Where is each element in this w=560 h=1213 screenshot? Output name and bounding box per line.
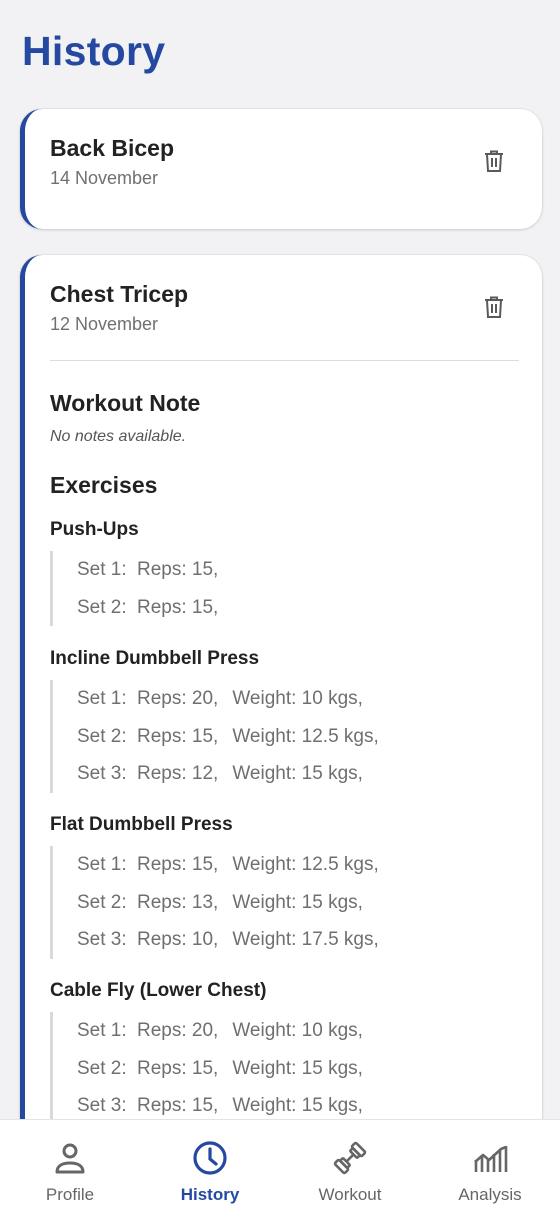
nav-label: History <box>180 1185 240 1204</box>
set-reps: Reps: 15, <box>137 725 219 747</box>
set-weight: Weight: 10 kgs, <box>232 688 363 709</box>
exercise-name: Cable Fly (Lower Chest) <box>50 980 267 1001</box>
set-row: Set 2: Reps: 13, Weight: 15 kgs, <box>77 884 522 922</box>
exercise-item: Flat Dumbbell Press Set 1: Reps: 15, Weigh… <box>50 814 522 959</box>
clock-icon <box>193 1141 227 1175</box>
dumbbell-icon <box>333 1141 367 1175</box>
set-weight: Weight: 17.5 kgs, <box>232 929 379 950</box>
bottom-nav: Profile History Workout Analysis <box>0 1119 560 1213</box>
set-reps: Reps: 15, <box>137 854 219 875</box>
set-row: Set 2: Reps: 15, <box>77 589 522 627</box>
set-label: Set 2: <box>77 1057 127 1079</box>
workout-date: 12 November <box>50 314 159 334</box>
workout-title: Back Bicep <box>50 135 175 161</box>
exercise-name: Flat Dumbbell Press <box>50 814 233 835</box>
set-label: Set 1: <box>77 559 127 580</box>
set-row: Set 2: Reps: 15, Weight: 12.5 kgs, <box>77 718 522 756</box>
set-weight: Weight: 12.5 kgs, <box>232 854 379 875</box>
set-row: Set 1: Reps: 15, <box>77 551 522 589</box>
card-header: Chest Tricep 12 November <box>50 281 188 335</box>
trash-icon[interactable] <box>483 295 505 319</box>
workout-title: Chest Tricep <box>50 281 189 307</box>
history-card-back-bicep[interactable]: Back Bicep 14 November <box>20 109 542 229</box>
set-label: Set 1: <box>77 688 127 709</box>
workout-note-heading: Workout Note <box>50 390 201 416</box>
set-reps: Reps: 10, <box>137 929 219 950</box>
set-label: Set 1: <box>77 1020 127 1041</box>
set-weight: Weight: 15 kgs, <box>232 891 363 913</box>
set-weight: Weight: 10 kgs, <box>232 1020 363 1041</box>
chart-icon <box>474 1145 508 1172</box>
set-list: Set 1: Reps: 20, Weight: 10 kgs, Set 2: Rep… <box>50 680 522 793</box>
set-reps: Reps: 15, <box>137 559 219 580</box>
set-weight: Weight: 15 kgs, <box>232 763 363 784</box>
set-row: Set 3: Reps: 10, Weight: 17.5 kgs, <box>77 921 522 959</box>
set-weight: Weight: 12.5 kgs, <box>232 725 379 747</box>
set-label: Set 3: <box>77 929 127 950</box>
nav-label: Workout <box>318 1185 382 1204</box>
history-card-chest-tricep[interactable]: Chest Tricep 12 November Workout Note No… <box>20 255 542 1155</box>
set-reps: Reps: 20, <box>137 688 219 709</box>
set-reps: Reps: 15, <box>137 1057 219 1079</box>
set-reps: Reps: 12, <box>137 763 219 784</box>
set-label: Set 2: <box>77 596 127 618</box>
nav-item-analysis[interactable]: Analysis <box>420 1120 560 1213</box>
set-label: Set 2: <box>77 725 127 747</box>
exercises-heading: Exercises <box>50 472 158 498</box>
divider <box>50 360 519 361</box>
set-list: Set 1: Reps: 20, Weight: 10 kgs, Set 2: Rep… <box>50 1012 522 1125</box>
set-row: Set 1: Reps: 20, Weight: 10 kgs, <box>77 1012 522 1050</box>
set-reps: Reps: 20, <box>137 1020 219 1041</box>
set-reps: Reps: 13, <box>137 891 219 913</box>
exercise-item: Incline Dumbbell Press Set 1: Reps: 20, We… <box>50 648 522 793</box>
set-row: Set 2: Reps: 15, Weight: 15 kgs, <box>77 1050 522 1088</box>
set-row: Set 1: Reps: 20, Weight: 10 kgs, <box>77 680 522 718</box>
set-label: Set 3: <box>77 763 127 784</box>
nav-item-history[interactable]: History <box>140 1120 280 1213</box>
exercise-name: Incline Dumbbell Press <box>50 648 260 669</box>
page-title: History <box>22 28 166 74</box>
exercise-name: Push-Ups <box>50 519 139 540</box>
set-list: Set 1: Reps: 15, Weight: 12.5 kgs, Set 2: R… <box>50 846 522 959</box>
set-list: Set 1: Reps: 15, Set 2: Reps: 15, <box>50 551 522 626</box>
nav-label: Analysis <box>458 1185 522 1204</box>
set-reps: Reps: 15, <box>137 596 219 618</box>
trash-icon[interactable] <box>483 149 505 173</box>
set-row: Set 3: Reps: 12, Weight: 15 kgs, <box>77 755 522 793</box>
person-icon <box>55 1143 85 1174</box>
workout-note-text: No notes available. <box>50 428 187 445</box>
set-weight: Weight: 15 kgs, <box>232 1057 363 1079</box>
workout-date: 14 November <box>50 168 159 188</box>
nav-item-profile[interactable]: Profile <box>0 1120 140 1213</box>
exercise-item: Push-Ups Set 1: Reps: 15, Set 2: Reps: 15, <box>50 519 522 626</box>
nav-label: Profile <box>45 1185 95 1204</box>
history-screen: History Back Bicep 14 November Chest Tri… <box>0 0 560 1213</box>
set-label: Set 2: <box>77 891 127 913</box>
nav-item-workout[interactable]: Workout <box>280 1120 420 1213</box>
exercise-item: Cable Fly (Lower Chest) Set 1: Reps: 20, W… <box>50 980 522 1125</box>
set-row: Set 1: Reps: 15, Weight: 12.5 kgs, <box>77 846 522 884</box>
card-header: Back Bicep 14 November <box>50 135 174 189</box>
set-label: Set 1: <box>77 854 127 875</box>
